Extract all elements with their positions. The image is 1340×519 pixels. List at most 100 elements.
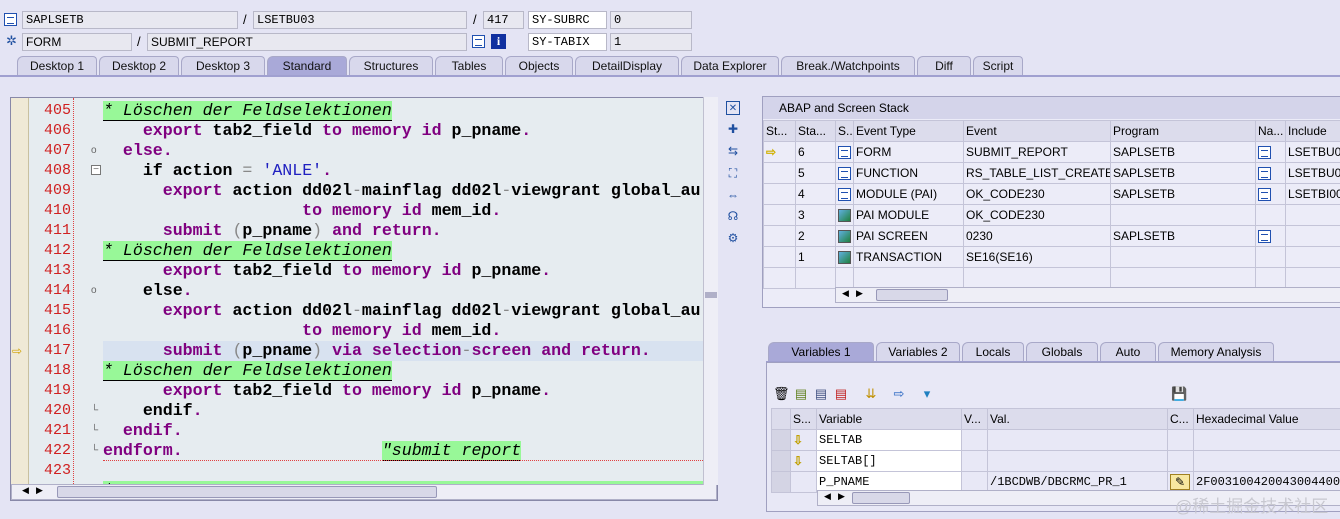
code-line[interactable]: 415 export action dd02l-mainflag dd02l-v…: [11, 301, 717, 321]
sort-icon[interactable]: ⇊: [863, 386, 879, 402]
variable-value[interactable]: [987, 450, 1168, 472]
code-line[interactable]: 421 └ endif.: [11, 421, 717, 441]
row-selector[interactable]: [771, 450, 791, 472]
select-all[interactable]: [771, 408, 791, 430]
scroll-thumb[interactable]: [876, 289, 948, 301]
fullscreen-icon[interactable]: ⛶: [726, 166, 740, 180]
code-line[interactable]: 422 └ endform. "submit report: [11, 441, 717, 461]
code-line[interactable]: 419 export tab2_field to memory id p_pna…: [11, 381, 717, 401]
stack-row[interactable]: 3 PAI MODULE OK_CODE230: [763, 204, 1340, 226]
scroll-left-icon[interactable]: ◀: [824, 491, 831, 502]
tab-structures[interactable]: Structures: [349, 56, 433, 76]
column-header[interactable]: S..: [835, 120, 854, 142]
tab-desktop-3[interactable]: Desktop 3: [181, 56, 265, 76]
replace-tool-icon[interactable]: ⇆: [726, 144, 740, 158]
navigate-cell[interactable]: [1255, 246, 1286, 268]
scroll-right-icon[interactable]: ▶: [856, 288, 863, 299]
close-icon[interactable]: ✕: [726, 101, 740, 115]
navigate-icon[interactable]: [1258, 167, 1271, 181]
variable-name-input[interactable]: SELTAB: [816, 429, 962, 451]
code-line[interactable]: 405 * Löschen der Feldselektionen: [11, 101, 717, 121]
code-line[interactable]: 407 o else.: [11, 141, 717, 161]
tab-desktop-2[interactable]: Desktop 2: [99, 56, 179, 76]
row-selector[interactable]: [771, 429, 791, 451]
column-header[interactable]: V...: [961, 408, 988, 430]
column-header[interactable]: Program: [1110, 120, 1256, 142]
column-header[interactable]: Val.: [987, 408, 1168, 430]
swap-icon[interactable]: ⇔: [726, 188, 740, 202]
code-line[interactable]: 420 └ endif.: [11, 401, 717, 421]
insert-row-icon[interactable]: ▤: [793, 386, 809, 402]
scroll-thumb[interactable]: [852, 492, 910, 504]
code-line[interactable]: 408 − if action = 'ANLE'.: [11, 161, 717, 181]
edit-pencil-icon[interactable]: ✎: [1170, 474, 1190, 490]
navigate-cell[interactable]: [1255, 141, 1286, 163]
tab-tables[interactable]: Tables: [435, 56, 503, 76]
tab-locals[interactable]: Locals: [962, 342, 1024, 362]
append-row-icon[interactable]: ▤: [813, 386, 829, 402]
tab-auto[interactable]: Auto: [1100, 342, 1156, 362]
column-header[interactable]: C...: [1167, 408, 1194, 430]
delete-row-icon[interactable]: ▤: [833, 386, 849, 402]
stack-horizontal-scrollbar[interactable]: ◀ ▶: [835, 287, 1340, 303]
tab-diff[interactable]: Diff: [917, 56, 971, 76]
variable-row[interactable]: ⇩ SELTAB[]: [771, 450, 1340, 472]
tab-desktop-1[interactable]: Desktop 1: [17, 56, 97, 76]
new-tool-icon[interactable]: ✚: [726, 122, 740, 136]
info-icon[interactable]: i: [491, 34, 506, 49]
save-icon[interactable]: 💾: [1171, 386, 1187, 402]
tab-script[interactable]: Script: [973, 56, 1023, 76]
code-line[interactable]: 423: [11, 461, 717, 481]
transfer-icon[interactable]: ⇨: [891, 386, 907, 402]
sy-subrc-label[interactable]: SY-SUBRC: [528, 11, 607, 29]
code-line[interactable]: 409 export action dd02l-mainflag dd02l-v…: [11, 181, 717, 201]
navigate-cell[interactable]: [1255, 162, 1286, 184]
tab-variables-2[interactable]: Variables 2: [876, 342, 960, 362]
change-cell[interactable]: [1167, 429, 1194, 451]
scroll-left-icon[interactable]: ◀: [22, 485, 29, 496]
stack-row[interactable]: 2 PAI SCREEN 0230 SAPLSETB: [763, 225, 1340, 247]
code-vertical-scrollbar[interactable]: [703, 97, 718, 485]
code-editor[interactable]: 405 * Löschen der Feldselektionen 406 expo…: [10, 97, 718, 501]
change-cell[interactable]: [1167, 450, 1194, 472]
navigate-icon[interactable]: [472, 34, 486, 49]
column-header[interactable]: Na...: [1255, 120, 1286, 142]
code-line[interactable]: 414 o else.: [11, 281, 717, 301]
services-icon[interactable]: ☊: [726, 209, 740, 223]
column-header[interactable]: Variable: [816, 408, 962, 430]
tab-memory-analysis[interactable]: Memory Analysis: [1158, 342, 1274, 362]
navigate-cell[interactable]: [1255, 204, 1286, 226]
stack-row[interactable]: 4 MODULE (PAI) OK_CODE230 SAPLSETB LSETBI00: [763, 183, 1340, 205]
scroll-left-icon[interactable]: ◀: [842, 288, 849, 299]
sy-tabix-label[interactable]: SY-TABIX: [528, 33, 607, 51]
tab-globals[interactable]: Globals: [1026, 342, 1098, 362]
column-header[interactable]: Event: [963, 120, 1111, 142]
stack-row[interactable]: ⇨ 6 FORMSUBMIT_REPORTSAPLSETB LSETBU03: [763, 141, 1340, 163]
navigate-icon[interactable]: [1258, 146, 1271, 160]
scroll-right-icon[interactable]: ▶: [36, 485, 43, 496]
code-line[interactable]: 417 ⇨ submit (p_pname) via selection-scre…: [12, 341, 703, 361]
code-line[interactable]: 413 export tab2_field to memory id p_pna…: [11, 261, 717, 281]
code-line[interactable]: 406 export tab2_field to memory id p_pna…: [11, 121, 717, 141]
code-line[interactable]: 411 submit (p_pname) and return.: [11, 221, 717, 241]
variable-value[interactable]: [987, 429, 1168, 451]
stack-row[interactable]: 1 TRANSACTION SE16(SE16): [763, 246, 1340, 268]
tab-objects[interactable]: Objects: [505, 56, 573, 76]
delete-icon[interactable]: 🗑: [773, 386, 790, 402]
navigate-icon[interactable]: [1258, 230, 1271, 244]
tab-standard[interactable]: Standard: [267, 56, 347, 76]
row-selector[interactable]: [771, 471, 791, 493]
code-line[interactable]: 410 to memory id mem_id.: [11, 201, 717, 221]
stack-row[interactable]: 5 FUNCTION RS_TABLE_LIST_CREATE SAPLSETB LSE…: [763, 162, 1340, 184]
navigate-cell[interactable]: [1255, 225, 1286, 247]
tab-variables-1[interactable]: Variables 1: [768, 342, 874, 362]
navigate-cell[interactable]: [1255, 183, 1286, 205]
variable-name-input[interactable]: SELTAB[]: [816, 450, 962, 472]
column-header[interactable]: Sta...: [795, 120, 836, 142]
tab-detaildisplay[interactable]: DetailDisplay: [575, 56, 679, 76]
column-header[interactable]: Include: [1285, 120, 1340, 142]
column-header[interactable]: Event Type: [853, 120, 964, 142]
filter-icon[interactable]: ▾: [919, 386, 935, 402]
column-header[interactable]: St...: [763, 120, 796, 142]
scroll-thumb[interactable]: [705, 292, 717, 298]
